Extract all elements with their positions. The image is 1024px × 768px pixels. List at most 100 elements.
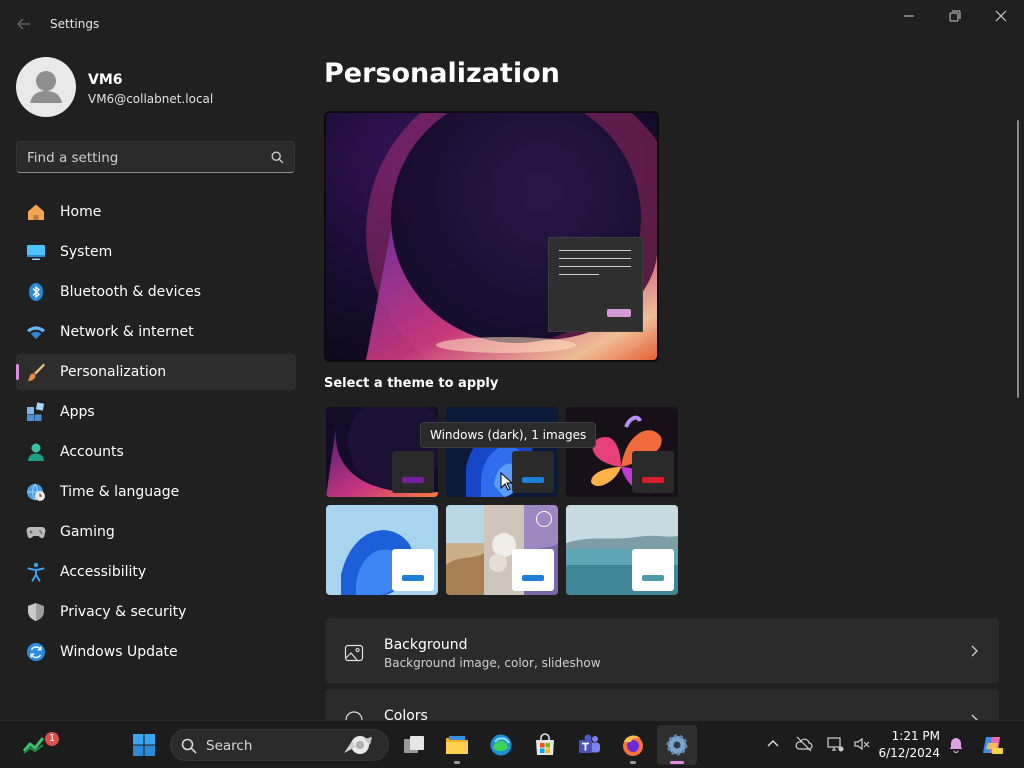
- theme-flower-dark[interactable]: [566, 407, 678, 497]
- sidebar-item-label: Privacy & security: [60, 604, 187, 620]
- sidebar-item-apps[interactable]: Apps: [16, 394, 296, 430]
- firefox-button[interactable]: [613, 725, 653, 765]
- brush-icon: [26, 362, 46, 382]
- sidebar-item-windows-update[interactable]: Windows Update: [16, 634, 296, 670]
- onedrive-tray-button[interactable]: [795, 735, 813, 753]
- sidebar-item-label: Gaming: [60, 524, 115, 540]
- file-explorer-button[interactable]: [437, 725, 477, 765]
- minimize-button[interactable]: [886, 0, 932, 32]
- teams-button[interactable]: [569, 725, 609, 765]
- sidebar-item-accessibility[interactable]: Accessibility: [16, 554, 296, 590]
- theme-accent-tile: [392, 549, 434, 591]
- preview-text-line: [559, 258, 631, 259]
- sidebar-item-privacy-security[interactable]: Privacy & security: [16, 594, 296, 630]
- taskbar-search[interactable]: Search: [170, 729, 389, 761]
- settings-icon: [666, 734, 688, 756]
- sidebar-item-label: Personalization: [60, 364, 167, 380]
- themes-section-label: Select a theme to apply: [324, 376, 499, 391]
- widgets-icon: [22, 737, 45, 754]
- sidebar-item-label: Accessibility: [60, 564, 147, 580]
- sidebar-item-personalization[interactable]: Personalization: [16, 354, 296, 390]
- network-icon: [827, 737, 844, 752]
- sidebar-item-time-language[interactable]: Time & language: [16, 474, 296, 510]
- shield-icon: [26, 602, 46, 622]
- sidebar-item-home[interactable]: Home: [16, 194, 296, 230]
- sidebar-item-accounts[interactable]: Accounts: [16, 434, 296, 470]
- theme-accent-tile: [512, 549, 554, 591]
- notifications-button[interactable]: [947, 735, 965, 754]
- close-button[interactable]: [978, 0, 1024, 32]
- taskbar: 1 Search 1:21 PM 6/12/2024: [0, 720, 1024, 768]
- title-bar: Settings: [0, 0, 1024, 48]
- preview-accent-button: [607, 309, 631, 317]
- widgets-button[interactable]: 1: [14, 725, 59, 765]
- settings-taskbar-button[interactable]: [657, 725, 697, 765]
- clock-time[interactable]: 1:21 PM: [892, 729, 940, 743]
- running-indicator: [454, 761, 460, 764]
- theme-accent-swatch: [642, 575, 664, 581]
- back-button[interactable]: [12, 12, 36, 36]
- search-icon: [271, 151, 284, 164]
- colors-settings-card[interactable]: Colors: [325, 689, 999, 729]
- store-icon: [536, 733, 554, 755]
- file-explorer-icon: [446, 736, 468, 754]
- mouse-cursor-icon: [500, 472, 514, 491]
- theme-accent-tile: [392, 451, 434, 493]
- copilot-button[interactable]: [972, 725, 1012, 765]
- sidebar-item-label: Time & language: [60, 484, 180, 500]
- volume-tray-button[interactable]: [853, 735, 871, 753]
- main-scrollbar[interactable]: [1017, 120, 1019, 398]
- search-icon: [181, 738, 197, 754]
- wifi-icon: [26, 322, 46, 342]
- sidebar-item-system[interactable]: System: [16, 234, 296, 270]
- theme-accent-tile: [632, 451, 674, 493]
- theme-accent-swatch: [402, 477, 424, 483]
- preview-text-line: [559, 274, 599, 275]
- active-indicator: [670, 761, 684, 764]
- bluetooth-icon: [26, 282, 46, 302]
- theme-accent-tile: [632, 549, 674, 591]
- avatar[interactable]: [16, 57, 76, 117]
- network-tray-button[interactable]: [826, 735, 844, 753]
- sidebar-item-label: Network & internet: [60, 324, 194, 340]
- search-placeholder: Find a setting: [27, 150, 119, 166]
- spotlight-badge-icon: [536, 511, 552, 527]
- task-view-button[interactable]: [394, 725, 434, 765]
- clock-date[interactable]: 6/12/2024: [878, 746, 940, 760]
- bell-icon: [949, 738, 963, 754]
- theme-accent-swatch: [522, 575, 544, 581]
- card-title: Background: [384, 637, 468, 653]
- sidebar-item-network[interactable]: Network & internet: [16, 314, 296, 350]
- theme-windows-light[interactable]: [326, 505, 438, 595]
- copilot-icon: [983, 737, 1003, 754]
- store-button[interactable]: [525, 725, 565, 765]
- clock-globe-icon: [26, 482, 46, 502]
- edge-button[interactable]: [481, 725, 521, 765]
- update-icon: [26, 642, 46, 662]
- sidebar-item-gaming[interactable]: Gaming: [16, 514, 296, 550]
- card-subtitle: Background image, color, slideshow: [384, 656, 601, 670]
- theme-glow-dark[interactable]: [326, 407, 438, 497]
- start-button[interactable]: [124, 725, 164, 765]
- theme-lake-light[interactable]: [566, 505, 678, 595]
- theme-spotlight[interactable]: [446, 505, 558, 595]
- preview-text-line: [559, 250, 631, 251]
- sidebar-item-label: Apps: [60, 404, 95, 420]
- chevron-up-icon: [767, 740, 779, 747]
- app-title: Settings: [50, 17, 100, 31]
- theme-preview: [324, 111, 659, 362]
- find-setting-search[interactable]: Find a setting: [16, 141, 295, 173]
- background-settings-card[interactable]: Background Background image, color, slid…: [325, 618, 999, 684]
- user-name: VM6: [88, 72, 123, 88]
- theme-accent-swatch: [402, 575, 424, 581]
- start-icon: [133, 734, 155, 756]
- sidebar-item-bluetooth[interactable]: Bluetooth & devices: [16, 274, 296, 310]
- show-hidden-icons-button[interactable]: [764, 735, 782, 753]
- restore-button[interactable]: [932, 0, 978, 32]
- gamepad-icon: [26, 522, 46, 542]
- teams-icon: [579, 734, 600, 753]
- firefox-icon: [623, 735, 643, 756]
- chevron-right-icon: [971, 645, 978, 657]
- home-icon: [26, 202, 46, 222]
- preview-text-line: [559, 266, 631, 267]
